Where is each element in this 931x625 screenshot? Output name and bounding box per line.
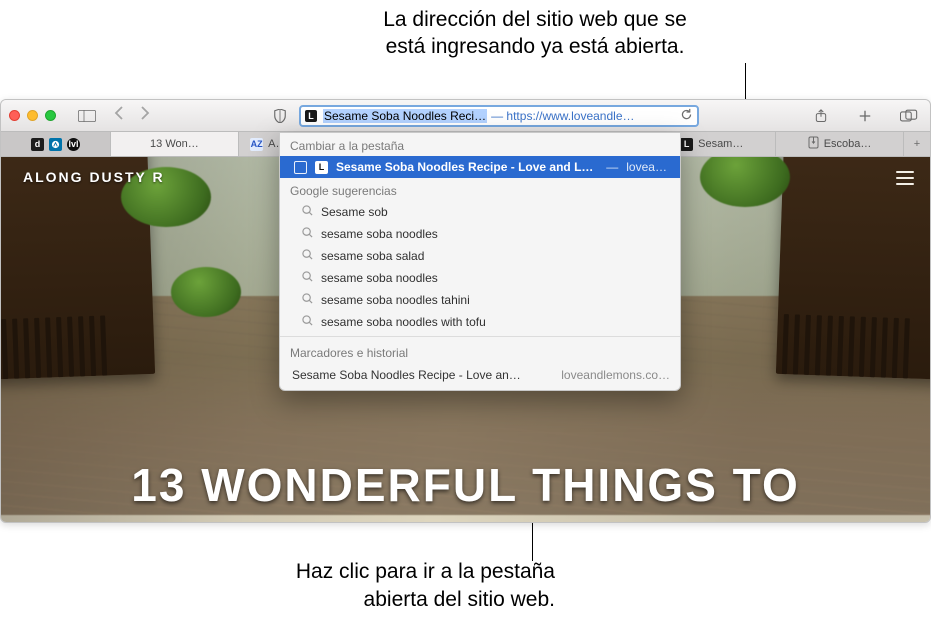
sidebar-toggle-button[interactable]: [74, 106, 100, 126]
suggest-section-switch-label: Cambiar a la pestaña: [280, 133, 680, 156]
suggest-query: sesame soba noodles with tofu: [321, 315, 486, 329]
new-tab-plus-button[interactable]: +: [904, 132, 930, 156]
site-brand: ALONG DUSTY R: [23, 169, 165, 185]
privacy-shield-icon[interactable]: [267, 106, 293, 126]
suggest-search-row[interactable]: sesame soba noodles: [280, 267, 680, 289]
suggest-query: sesame soba noodles: [321, 227, 438, 241]
tab-label: 13 Won…: [150, 138, 199, 150]
suggest-search-row[interactable]: Sesame sob: [280, 201, 680, 223]
pinned-tab-favicon: lvl: [67, 138, 80, 151]
suggest-query: sesame soba salad: [321, 249, 424, 263]
suggest-switch-to-tab-row[interactable]: L Sesame Soba Noodles Recipe - Love and …: [280, 156, 680, 178]
suggest-separator: —: [606, 160, 618, 174]
pinned-tab-favicon: d: [31, 138, 44, 151]
search-icon: [302, 249, 313, 263]
suggest-search-row[interactable]: sesame soba noodles tahini: [280, 289, 680, 311]
decorative-background: [776, 157, 930, 380]
suggest-switch-title: Sesame Soba Noodles Recipe - Love and Le…: [336, 160, 598, 174]
suggest-search-row[interactable]: sesame soba noodles with tofu: [280, 311, 680, 333]
divider: [280, 336, 680, 337]
address-bar[interactable]: L Sesame Soba Noodles Reci… — https://ww…: [299, 105, 699, 127]
search-icon: [302, 293, 313, 307]
browser-window: L Sesame Soba Noodles Reci… — https://ww…: [0, 99, 931, 523]
suggest-history-title: Sesame Soba Noodles Recipe - Love an…: [292, 368, 547, 382]
bookmark-icon: [808, 136, 819, 152]
tab-window-icon: [294, 161, 307, 174]
forward-button[interactable]: [140, 106, 150, 125]
suggest-history-domain: loveandlemons.co…: [561, 368, 670, 382]
suggest-history-row[interactable]: Sesame Soba Noodles Recipe - Love an… lo…: [280, 363, 680, 390]
address-autocomplete-text: — https://www.loveandle…: [491, 109, 634, 123]
nav-buttons: [114, 106, 150, 125]
decorative-background: [700, 157, 790, 207]
search-icon: [302, 227, 313, 241]
address-text: Sesame Soba Noodles Reci… — https://www.…: [323, 109, 680, 123]
tab-favicon: AZ: [250, 138, 263, 151]
suggest-switch-domain: lovean…: [626, 160, 670, 174]
suggest-query: sesame soba noodles tahini: [321, 293, 470, 307]
reload-icon[interactable]: [680, 108, 693, 124]
suggest-section-history-label: Marcadores e historial: [280, 340, 680, 363]
tab-escoba[interactable]: Escoba…: [776, 132, 904, 156]
toolbar: L Sesame Soba Noodles Reci… — https://ww…: [1, 100, 930, 132]
address-suggestions-dropdown: Cambiar a la pestaña L Sesame Soba Noodl…: [279, 132, 681, 391]
address-typed-text: Sesame Soba Noodles Reci…: [323, 109, 487, 123]
tab-label: Escoba…: [824, 138, 872, 150]
window-controls: [9, 110, 56, 121]
share-button[interactable]: [808, 106, 834, 126]
suggest-query: Sesame sob: [321, 205, 388, 219]
site-menu-button[interactable]: [896, 171, 914, 185]
decorative-background: [171, 267, 241, 317]
suggest-section-google-label: Google sugerencias: [280, 178, 680, 201]
pinned-tab-favicon: [49, 138, 62, 151]
callout-bottom: Haz clic para ir a la pestaña abierta de…: [155, 558, 555, 613]
callout-top: La dirección del sitio web que se está i…: [275, 6, 795, 61]
tab-label: Sesam…: [698, 138, 743, 150]
site-favicon-icon: L: [305, 110, 317, 122]
tab-active[interactable]: 13 Won…: [111, 132, 239, 156]
minimize-window-button[interactable]: [27, 110, 38, 121]
search-icon: [302, 315, 313, 329]
search-icon: [302, 271, 313, 285]
suggest-search-row[interactable]: sesame soba salad: [280, 245, 680, 267]
suggest-search-row[interactable]: sesame soba noodles: [280, 223, 680, 245]
tab-favicon: L: [680, 138, 693, 151]
close-window-button[interactable]: [9, 110, 20, 121]
suggest-query: sesame soba noodles: [321, 271, 438, 285]
tab-overview-button[interactable]: [896, 106, 922, 126]
zoom-window-button[interactable]: [45, 110, 56, 121]
pinned-tab-group[interactable]: d lvl: [1, 132, 111, 156]
search-icon: [302, 205, 313, 219]
new-tab-button[interactable]: [852, 106, 878, 126]
site-favicon-icon: L: [315, 161, 328, 174]
back-button[interactable]: [114, 106, 124, 125]
page-headline: 13 WONDERFUL THINGS TO: [1, 458, 930, 512]
